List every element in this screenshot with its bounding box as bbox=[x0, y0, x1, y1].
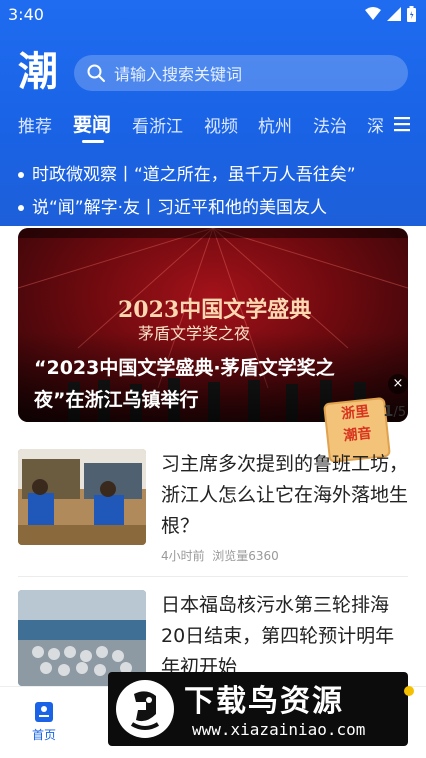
news-thumbnail bbox=[18, 449, 146, 545]
sticker-line: 潮音 bbox=[342, 425, 373, 445]
bullet-icon bbox=[18, 205, 24, 211]
status-icons bbox=[365, 6, 416, 22]
wifi-icon bbox=[365, 7, 381, 20]
tab-recommend[interactable]: 推荐 bbox=[18, 112, 52, 137]
banner-pager: 1/5 bbox=[383, 402, 406, 420]
header: 3:40 潮 请输入搜索关键词 推荐 要闻 看浙江 视频 杭州 法治 深 时政微… bbox=[0, 0, 426, 226]
signal-icon bbox=[387, 7, 401, 21]
status-time: 3:40 bbox=[8, 5, 44, 24]
app-logo[interactable]: 潮 bbox=[18, 50, 62, 94]
bird-logo-icon bbox=[116, 680, 174, 738]
search-placeholder: 请输入搜索关键词 bbox=[114, 65, 243, 84]
bullet-icon bbox=[18, 172, 24, 178]
channel-tabs: 推荐 要闻 看浙江 视频 杭州 法治 深 bbox=[0, 110, 426, 143]
pager-total: /5 bbox=[393, 405, 407, 420]
news-title: 日本福岛核污水第三轮排海20日结束，第四轮预计明年年初开始 bbox=[161, 594, 395, 678]
headline-item[interactable]: 说“闻”解字·友丨习近平和他的美国友人 bbox=[18, 193, 327, 218]
menu-icon[interactable] bbox=[394, 116, 410, 132]
headline-item[interactable]: 时政微观察丨“道之所在，虽千万人吾往矣” bbox=[18, 160, 356, 185]
home-icon bbox=[35, 702, 53, 722]
nav-home[interactable]: 首页 bbox=[26, 701, 62, 743]
feature-banner[interactable]: 2023中国文学盛典 茅盾文学奖之夜 “2023中国文学盛典·茅盾文学奖之夜”在… bbox=[18, 228, 408, 422]
news-views: 浏览量6360 bbox=[212, 549, 279, 563]
headline-text: 时政微观察丨“道之所在，虽千万人吾往矣” bbox=[32, 165, 356, 185]
watermark: 下载鸟资源 www.xiazainiao.com bbox=[108, 672, 414, 746]
battery-icon bbox=[407, 6, 416, 22]
search-bar[interactable]: 请输入搜索关键词 bbox=[74, 55, 408, 91]
news-title: 习主席多次提到的鲁班工坊，浙江人怎么让它在海外落地生根？ bbox=[161, 453, 409, 537]
news-time: 4小时前 bbox=[161, 549, 205, 563]
active-tab-indicator bbox=[82, 140, 104, 143]
headline-text: 说“闻”解字·友丨习近平和他的美国友人 bbox=[32, 198, 328, 218]
tab-video[interactable]: 视频 bbox=[204, 112, 238, 137]
tab-hangzhou[interactable]: 杭州 bbox=[258, 112, 292, 137]
list-divider bbox=[18, 576, 408, 577]
nav-home-label: 首页 bbox=[31, 728, 56, 742]
tab-zhejiang[interactable]: 看浙江 bbox=[132, 112, 183, 137]
news-meta: 4小时前 浏览量6360 bbox=[161, 547, 279, 564]
tab-news[interactable]: 要闻 bbox=[73, 110, 111, 137]
watermark-url: www.xiazainiao.com bbox=[192, 720, 366, 739]
pager-current: 1 bbox=[383, 402, 394, 420]
close-icon[interactable]: × bbox=[388, 374, 408, 394]
tab-law[interactable]: 法治 bbox=[313, 112, 347, 137]
tab-deep[interactable]: 深 bbox=[367, 112, 384, 137]
watermark-dot bbox=[404, 686, 414, 696]
watermark-title: 下载鸟资源 bbox=[184, 684, 344, 719]
status-bar: 3:40 bbox=[0, 0, 426, 30]
news-item[interactable]: 习主席多次提到的鲁班工坊，浙江人怎么让它在海外落地生根？ 4小时前 浏览量636… bbox=[18, 449, 410, 569]
search-icon bbox=[87, 64, 105, 82]
